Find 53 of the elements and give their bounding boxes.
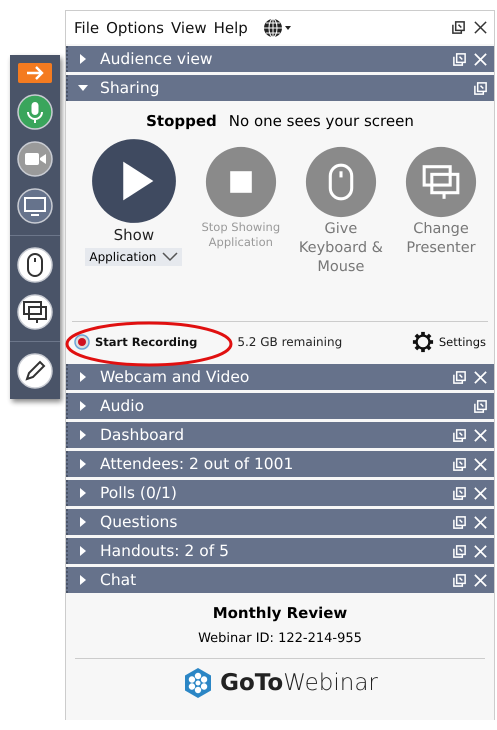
panel-title: Polls (0/1) xyxy=(100,484,178,502)
screen-icon[interactable] xyxy=(17,188,53,224)
action-label: Stop Showing Application xyxy=(200,220,281,250)
mouse-button[interactable] xyxy=(304,146,377,218)
expand-icon xyxy=(78,372,88,382)
menu-item[interactable]: View xyxy=(171,18,207,36)
panel-title: Dashboard xyxy=(100,426,186,444)
screens-button[interactable] xyxy=(404,146,477,218)
webinar-id: Webinar ID: 122-214-955 xyxy=(198,631,362,646)
brand-name: GoToWebinar xyxy=(220,670,378,696)
panel-title: Audience view xyxy=(100,50,214,68)
menu-item[interactable]: Help xyxy=(214,18,248,36)
camera-icon[interactable] xyxy=(17,141,53,177)
action-label: Change Presenter xyxy=(405,220,477,258)
panel-header[interactable]: Audio xyxy=(66,393,494,419)
expand-icon xyxy=(78,488,88,498)
panel-title: Attendees: 2 out of 1001 xyxy=(100,455,294,473)
settings-button[interactable]: Settings xyxy=(410,329,488,355)
screens-icon[interactable] xyxy=(17,294,53,330)
record-icon xyxy=(74,334,90,350)
expand-icon xyxy=(78,575,88,585)
expand-icon xyxy=(78,54,88,64)
panel-title: Chat xyxy=(100,571,138,589)
panel-title: Webcam and Video xyxy=(100,368,250,386)
expand-icon xyxy=(78,546,88,556)
expand-icon xyxy=(78,430,88,440)
webinar-title: Monthly Review xyxy=(212,604,348,622)
status-label: Stopped xyxy=(146,112,217,130)
pen-icon[interactable] xyxy=(17,353,53,389)
mic-icon[interactable] xyxy=(17,94,53,130)
expand-icon xyxy=(78,517,88,527)
settings-icon xyxy=(412,331,434,353)
action-label: Show xyxy=(114,226,154,246)
show-mode-dropdown[interactable]: Application xyxy=(85,248,182,266)
mouse-icon[interactable] xyxy=(17,247,53,283)
panel-title: Sharing xyxy=(100,79,161,97)
storage-remaining: 5.2 GB remaining xyxy=(237,335,342,349)
play-button[interactable] xyxy=(90,138,177,224)
expand-icon xyxy=(78,401,88,411)
panel-title: Handouts: 2 of 5 xyxy=(100,542,230,560)
globe-icon[interactable] xyxy=(262,18,293,38)
status-message: No one sees your screen xyxy=(228,112,414,130)
collapse-icon xyxy=(78,83,88,93)
menu-item[interactable]: File xyxy=(74,18,100,36)
panel-header[interactable]: Sharing xyxy=(66,75,494,101)
popout-icon[interactable] xyxy=(451,20,466,35)
close-icon[interactable] xyxy=(473,20,488,35)
action-label: Give Keyboard & Mouse xyxy=(298,220,384,277)
expand-icon xyxy=(78,459,88,469)
panel-title: Audio xyxy=(100,397,146,415)
chevron-icon xyxy=(162,252,178,262)
menu-item[interactable]: Options xyxy=(106,18,164,36)
panel-title: Questions xyxy=(100,513,178,531)
